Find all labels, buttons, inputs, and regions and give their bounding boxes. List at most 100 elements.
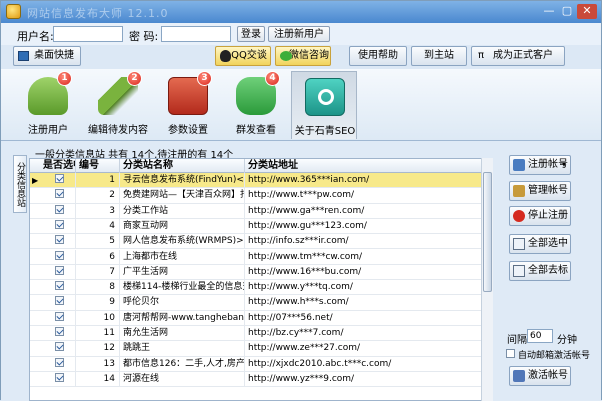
minimize-button[interactable]: — [541, 4, 557, 19]
title-bar[interactable]: 网站信息发布大师 12.1.0 — ▢ ✕ [1, 1, 601, 23]
table-row[interactable]: 13都市信息126：二手,人才,房产,免费http://xjxdc2010.ab… [30, 356, 482, 372]
interval-unit: 分钟 [557, 335, 577, 346]
tab-badge: 1 [57, 71, 72, 86]
table-row[interactable]: 7 广平生活网 http://www.16***bu.com/ [30, 264, 482, 281]
table-row[interactable]: 11 南允生活网 http://bz.cy***7.com/ [30, 326, 482, 342]
row-id: 13 [76, 356, 120, 372]
password-label: 密 码: [129, 30, 159, 43]
side-tab-classified[interactable]: 分类信息站 [13, 155, 27, 213]
qq-chat-button[interactable]: QQ交谈 [215, 46, 271, 66]
row-site-name: 河源在线 [120, 371, 245, 387]
row-site-name: 唐河帮帮网-www.tanghebangbang [120, 310, 245, 326]
row-select-checkbox[interactable] [40, 234, 76, 250]
row-select-checkbox[interactable] [40, 280, 76, 296]
row-site-url: http://www.ze***27.com/ [245, 341, 482, 357]
table-row[interactable]: 10唐河帮帮网-www.tanghebangbanghttp://07***56… [30, 310, 482, 326]
tab-badge: 4 [265, 71, 280, 86]
stop-register-button[interactable]: 停止注册 [509, 206, 571, 226]
row-select-checkbox[interactable] [40, 326, 76, 341]
row-site-name: 免费建网站—【天津百众网】打造 [120, 188, 245, 204]
wechat-button[interactable]: 微信咨询 [275, 46, 331, 66]
tab-settings[interactable]: 3 参数设置 [155, 71, 221, 139]
row-site-url: http://www.16***bu.com/ [245, 264, 482, 280]
table-row[interactable]: 12 跳跳王 http://www.ze***27.com/ [30, 341, 482, 357]
col-site-url[interactable]: 分类站地址 [245, 159, 482, 173]
row-id: 14 [76, 371, 120, 387]
goto-main-site-button[interactable]: 到主站 [411, 46, 467, 66]
row-id: 7 [76, 264, 120, 280]
row-site-name: 上海都市在线 [120, 249, 245, 265]
scrollbar-thumb[interactable] [483, 172, 492, 292]
wechat-icon [280, 51, 292, 61]
row-site-url: http://xjxdc2010.abc.t***c.com/ [245, 356, 482, 372]
row-id: 2 [76, 188, 120, 204]
row-site-url: http://info.sz***ir.com/ [245, 234, 482, 250]
window-title: 网站信息发布大师 12.1.0 [27, 7, 169, 20]
close-button[interactable]: ✕ [577, 4, 597, 19]
stop-register-label: 停止注册 [528, 210, 568, 221]
row-site-url: http://www.tm***cw.com/ [245, 249, 482, 265]
maximize-button[interactable]: ▢ [559, 4, 575, 19]
row-select-checkbox[interactable] [40, 295, 76, 311]
col-selected[interactable]: 是否选中 [40, 159, 76, 173]
tab-register-user[interactable]: 1 注册用户 [15, 71, 81, 139]
row-select-checkbox[interactable] [40, 218, 76, 234]
table-row[interactable]: 9 呼伦贝尔 http://www.h***s.com/ [30, 295, 482, 311]
row-site-url: http://www.t***pw.com/ [245, 188, 482, 204]
username-input[interactable] [53, 26, 123, 42]
row-select-checkbox[interactable] [40, 371, 76, 387]
row-id: 5 [76, 234, 120, 250]
row-select-checkbox[interactable] [40, 341, 76, 357]
tab-label: 注册用户 [28, 125, 68, 136]
tab-edit-content[interactable]: 2 编辑待发内容 [85, 71, 151, 139]
table-row[interactable]: 8楼梯114-楼梯行业最全的信息交流http://www.y***tq.com/ [30, 280, 482, 296]
row-id: 8 [76, 280, 120, 296]
row-select-checkbox[interactable] [40, 203, 76, 219]
row-select-checkbox[interactable] [40, 188, 76, 204]
activate-account-button[interactable]: 激活帐号 [509, 366, 571, 386]
row-id: 9 [76, 295, 120, 311]
table-row[interactable]: 5网人信息发布系统(WRMPS)>>最http://info.sz***ir.c… [30, 234, 482, 250]
register-account-button[interactable]: 注册帐号 ▾ [509, 155, 571, 175]
row-select-checkbox[interactable] [40, 310, 76, 326]
row-select-checkbox[interactable] [40, 264, 76, 280]
pi-icon: π [478, 50, 485, 61]
table-row[interactable]: 14 河源在线 http://www.yz***9.com/ [30, 371, 482, 388]
row-site-name: 呼伦贝尔 [120, 295, 245, 311]
desktop-shortcut-button[interactable]: 桌面快捷 [13, 46, 81, 66]
select-all-icon [513, 238, 525, 250]
col-id[interactable]: 编号 [76, 159, 120, 173]
row-site-name: 楼梯114-楼梯行业最全的信息交流 [120, 280, 245, 296]
checkbox-checked-icon [54, 342, 64, 352]
tab-broadcast-view[interactable]: 4 群发查看 [223, 71, 289, 139]
checkbox-checked-icon [54, 357, 64, 367]
table-row[interactable]: ▶ 1寻云信息发布系统(FindYun)<<最http://www.365***i… [30, 173, 482, 189]
table-row[interactable]: 3 分类工作站 http://www.ga***ren.com/ [30, 203, 482, 219]
help-button[interactable]: 使用帮助 [349, 46, 407, 66]
table-row[interactable]: 6 上海都市在线 http://www.tm***cw.com/ [30, 249, 482, 265]
login-button[interactable]: 登录 [237, 26, 265, 42]
checkbox-checked-icon [54, 189, 64, 199]
row-select-checkbox[interactable] [40, 249, 76, 265]
interval-input[interactable]: 60 [527, 329, 553, 343]
row-select-checkbox[interactable] [40, 356, 76, 372]
row-id: 12 [76, 341, 120, 357]
register-user-button[interactable]: 注册新用户 [268, 26, 330, 42]
table-row[interactable]: 4 商家互动网 http://www.gu***123.com/ [30, 218, 482, 235]
tab-about[interactable]: 关于石青SEO [291, 71, 357, 139]
row-site-name: 南允生活网 [120, 326, 245, 341]
table-row[interactable]: 2 免费建网站—【天津百众网】打造 http://www.t***pw.com/ [30, 188, 482, 204]
row-select-checkbox[interactable] [40, 173, 76, 188]
row-site-name: 跳跳王 [120, 341, 245, 357]
auto-activate-checkbox[interactable] [506, 349, 515, 358]
grid-scrollbar[interactable] [481, 158, 493, 401]
row-site-name: 商家互动网 [120, 218, 245, 234]
become-customer-button[interactable]: π 成为正式客户 [471, 46, 565, 66]
checkbox-checked-icon [54, 311, 64, 321]
deselect-all-button[interactable]: 全部去标 [509, 261, 571, 281]
password-input[interactable] [161, 26, 231, 42]
desktop-icon [18, 51, 29, 61]
manage-account-button[interactable]: 管理帐号 [509, 181, 571, 201]
col-site-name[interactable]: 分类站名称 [120, 159, 245, 173]
select-all-button[interactable]: 全部选中 [509, 234, 571, 254]
